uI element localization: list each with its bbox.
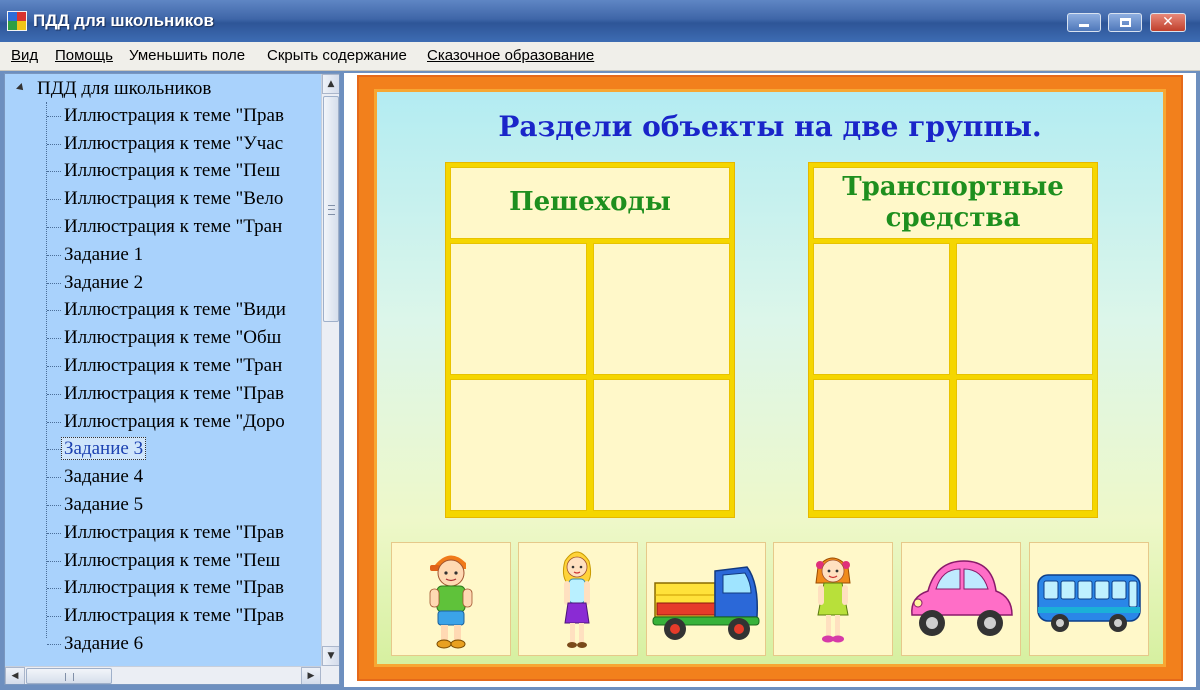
drop-cell[interactable]: [813, 243, 950, 375]
tree-item[interactable]: Иллюстрация к теме "Прав: [5, 519, 317, 547]
tree-item-label: Иллюстрация к теме "Тран: [64, 354, 283, 376]
vertical-scroll-thumb[interactable]: [323, 96, 339, 322]
tree-item[interactable]: Задание 6: [5, 630, 317, 658]
card-truck[interactable]: [646, 542, 766, 656]
tree-item-label: Задание 3: [61, 437, 147, 461]
card-bus[interactable]: [1029, 542, 1149, 656]
maximize-icon: [1120, 18, 1131, 27]
window-title: ПДД для школьников: [33, 11, 214, 30]
tree-item[interactable]: Иллюстрация к теме "Тран: [5, 213, 317, 241]
task-title: Раздели объекты на две группы.: [498, 110, 1042, 143]
tree-item-label: Иллюстрация к теме "Прав: [64, 382, 284, 404]
tree-item-label: Иллюстрация к теме "Прав: [64, 104, 284, 126]
maximize-button[interactable]: [1108, 13, 1142, 32]
drop-cell[interactable]: [593, 243, 730, 375]
truck-icon: [652, 566, 760, 640]
horizontal-scroll-thumb[interactable]: [26, 668, 112, 684]
menu-shrink-field[interactable]: Уменьшить поле: [129, 47, 245, 64]
close-button[interactable]: ✕: [1150, 13, 1186, 32]
group-pedestrians: Пешеходы: [445, 162, 735, 518]
scroll-left-arrow-icon[interactable]: ◀: [5, 667, 25, 684]
menu-help[interactable]: Помощь: [55, 47, 113, 64]
tree-item-list: Иллюстрация к теме "Прав Иллюстрация к те…: [5, 102, 317, 658]
tree-item-label: Иллюстрация к теме "Види: [64, 299, 286, 321]
tree-item-label: Иллюстрация к теме "Прав: [64, 521, 284, 543]
tree-item[interactable]: Иллюстрация к теме "Пеш: [5, 547, 317, 575]
tree-item[interactable]: Иллюстрация к теме "Прав: [5, 102, 317, 130]
woman-figure-icon: [562, 551, 592, 648]
tree-item[interactable]: Иллюстрация к теме "Учас: [5, 130, 317, 158]
tree-item[interactable]: Иллюстрация к теме "Пеш: [5, 157, 317, 185]
card-car[interactable]: [901, 542, 1021, 656]
grip-icon: [328, 205, 335, 215]
contents-tree[interactable]: ПДД для школьников Иллюстрация к теме "П…: [4, 73, 340, 685]
tree-item-label: Иллюстрация к теме "Пеш: [64, 160, 281, 182]
tree-item-label: Задание 5: [64, 493, 144, 515]
boy-figure-icon: [429, 555, 473, 649]
drop-cell[interactable]: [450, 243, 587, 375]
tree-item[interactable]: Иллюстрация к теме "Вело: [5, 185, 317, 213]
tree-item-label: Иллюстрация к теме "Прав: [64, 577, 284, 599]
drop-cell[interactable]: [956, 379, 1093, 511]
drop-cell[interactable]: [593, 379, 730, 511]
tree-item[interactable]: Задание 2: [5, 269, 317, 297]
group-vehicles-header: Транспортные средства: [813, 167, 1093, 239]
scroll-right-arrow-icon[interactable]: ▶: [301, 667, 321, 684]
orange-frame: Раздели объекты на две группы. Пешеходы …: [357, 75, 1183, 681]
tree-item-label: Иллюстрация к теме "Тран: [64, 215, 283, 237]
tree-item-label: Иллюстрация к теме "Вело: [64, 188, 284, 210]
scrollbar-corner: [321, 666, 339, 684]
collapse-triangle-icon[interactable]: [16, 83, 26, 93]
tree-item-label: Иллюстрация к теме "Учас: [64, 132, 284, 154]
card-girl[interactable]: [773, 542, 893, 656]
close-icon: ✕: [1162, 14, 1174, 30]
grip-icon: [65, 673, 74, 681]
tree-item-label: Иллюстрация к теме "Доро: [64, 410, 285, 432]
tree-item[interactable]: Задание 1: [5, 241, 317, 269]
tree-item[interactable]: Иллюстрация к теме "Доро: [5, 408, 317, 436]
drop-cell[interactable]: [813, 379, 950, 511]
group-pedestrians-header: Пешеходы: [450, 167, 730, 239]
minimize-icon: [1079, 24, 1089, 27]
minimize-button[interactable]: [1067, 13, 1101, 32]
menu-view[interactable]: Вид: [11, 47, 38, 64]
app-icon: [7, 11, 27, 31]
task-area: Раздели объекты на две группы. Пешеходы …: [344, 73, 1196, 687]
tree-root[interactable]: ПДД для школьников: [16, 78, 211, 100]
drop-cell[interactable]: [450, 379, 587, 511]
tree-item[interactable]: Иллюстрация к теме "Обш: [5, 324, 317, 352]
car-icon: [911, 560, 1013, 636]
scroll-up-arrow-icon[interactable]: ▲: [322, 74, 339, 94]
tree-item[interactable]: Иллюстрация к теме "Прав: [5, 574, 317, 602]
drop-cell[interactable]: [956, 243, 1093, 375]
tree-item[interactable]: Задание 3: [5, 435, 317, 463]
tree-item[interactable]: Задание 5: [5, 491, 317, 519]
menu-fairy-education[interactable]: Сказочное образование: [427, 47, 594, 64]
tree-item-label: Иллюстрация к теме "Пеш: [64, 549, 281, 571]
tree-item[interactable]: Задание 4: [5, 463, 317, 491]
scroll-down-arrow-icon[interactable]: ▼: [322, 646, 339, 666]
menu-bar: Вид Помощь Уменьшить поле Скрыть содержа…: [0, 42, 1200, 71]
tree-item[interactable]: Иллюстрация к теме "Тран: [5, 352, 317, 380]
tree-item-label: Задание 2: [64, 271, 144, 293]
group-vehicles: Транспортные средства: [808, 162, 1098, 518]
menu-hide-contents[interactable]: Скрыть содержание: [267, 47, 407, 64]
girl-figure-icon: [815, 557, 851, 643]
task-board: Раздели объекты на две группы. Пешеходы …: [374, 89, 1166, 667]
tree-item-label: Иллюстрация к теме "Прав: [64, 605, 284, 627]
tree-item-label: Задание 4: [64, 466, 144, 488]
card-woman[interactable]: [518, 542, 638, 656]
tree-item[interactable]: Иллюстрация к теме "Види: [5, 296, 317, 324]
vertical-scrollbar[interactable]: ▲ ▼: [321, 74, 339, 666]
tree-item-label: Иллюстрация к теме "Обш: [64, 327, 282, 349]
title-bar[interactable]: ПДД для школьников ✕: [0, 0, 1200, 43]
tree-item[interactable]: Иллюстрация к теме "Прав: [5, 380, 317, 408]
bus-icon: [1037, 574, 1141, 632]
card-boy[interactable]: [391, 542, 511, 656]
tree-item-label: Задание 1: [64, 243, 144, 265]
horizontal-scrollbar[interactable]: ◀ ▶: [5, 666, 321, 684]
tree-item[interactable]: Иллюстрация к теме "Прав: [5, 602, 317, 630]
tree-item-label: Задание 6: [64, 632, 144, 654]
